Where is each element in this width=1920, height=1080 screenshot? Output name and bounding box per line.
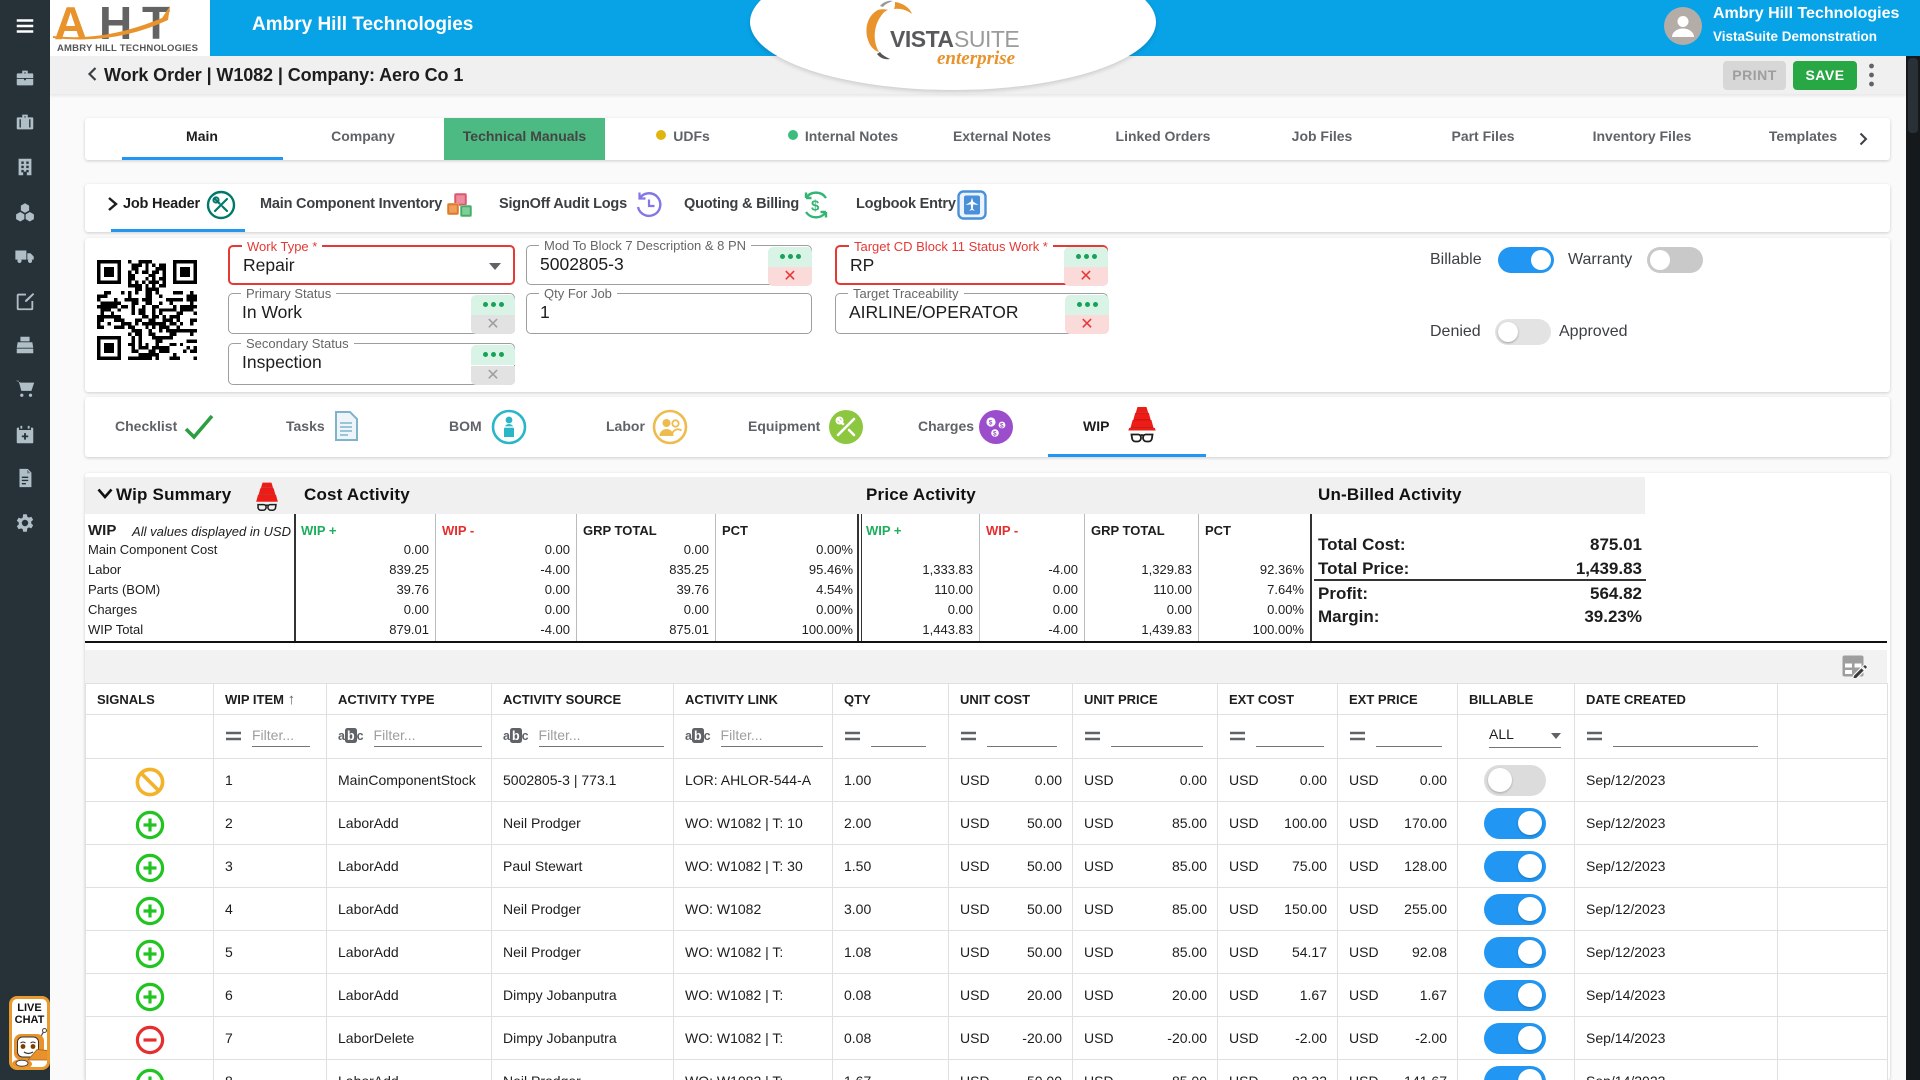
svg-text:AMBRY HILL TECHNOLOGIES: AMBRY HILL TECHNOLOGIES [57, 43, 198, 54]
svg-text:$: $ [1000, 422, 1004, 429]
svg-text:$: $ [989, 419, 993, 426]
svg-text:$: $ [811, 198, 820, 215]
svg-text:$: $ [993, 431, 997, 438]
svg-text:A: A [54, 0, 87, 49]
svg-text:enterprise: enterprise [937, 48, 1016, 69]
svg-text:H: H [99, 0, 132, 49]
